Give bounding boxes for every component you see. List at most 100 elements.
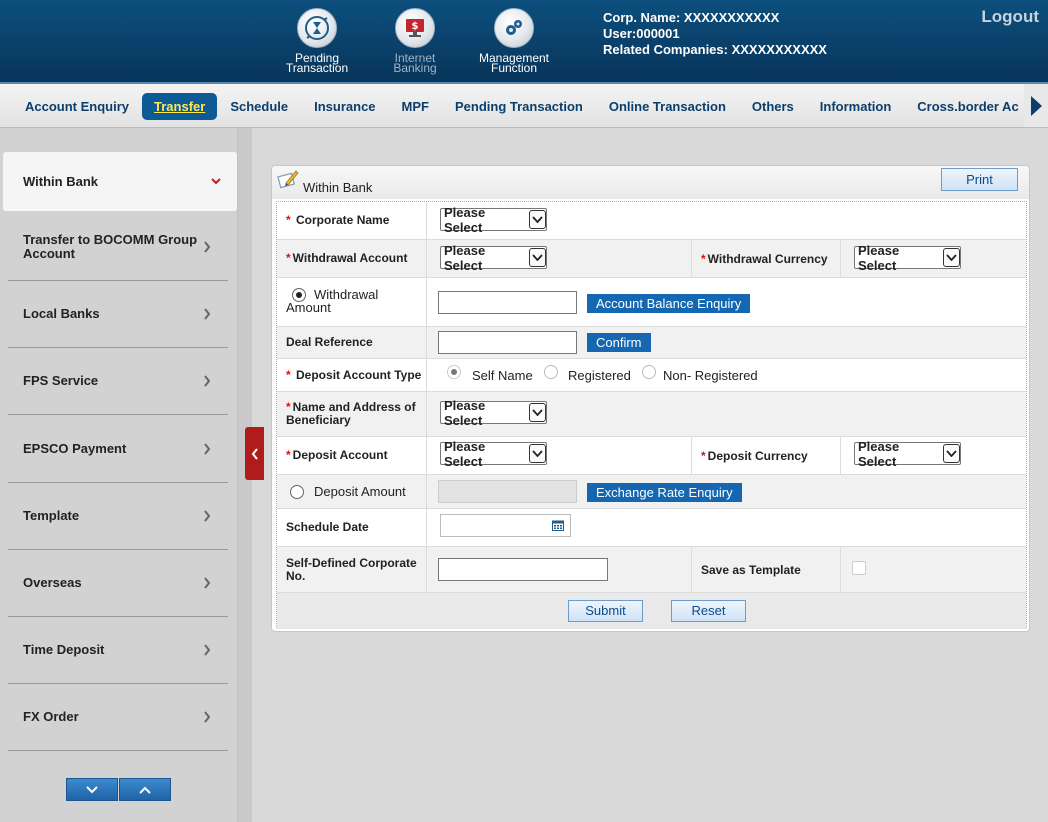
self-name-radio[interactable] [447,365,461,379]
print-button[interactable]: Print [941,168,1018,191]
self-name-label: Self Name [472,368,533,383]
deposit-amount-label: Deposit Amount [314,484,406,499]
withdrawal-amount-radio[interactable] [292,288,306,302]
nav-pending-transaction[interactable]: Pending Transaction [442,99,596,114]
sidebar-item-epsco-payment[interactable]: EPSCO Payment [8,416,228,483]
top-header: Pending Transaction $ Internet Banking M… [0,0,1048,82]
deposit-amount-label-cell: Deposit Amount [277,475,427,508]
withdrawal-amount-input[interactable] [438,291,577,314]
sidebar-item-label: Local Banks [23,306,100,321]
withdrawal-account-label: * Withdrawal Account [277,240,427,277]
chevron-right-icon [204,510,211,522]
chevron-down-icon [529,210,546,229]
deal-reference-input[interactable] [438,331,577,354]
chevron-down-icon [211,177,221,184]
reset-button[interactable]: Reset [671,600,746,622]
chevron-down-icon [529,403,546,422]
nav-transfer[interactable]: Transfer [142,92,218,120]
row-deposit-amount: Deposit Amount Exchange Rate Enquiry [277,475,1026,509]
nav-cross-border[interactable]: Cross.border Ac [904,99,1024,114]
sidebar-item-bocomm-group[interactable]: Transfer to BOCOMM Group Account [8,214,228,281]
panel-header: Within Bank Print [272,166,1029,199]
row-deposit-account-type: * Deposit Account Type Self Name Registe… [277,359,1026,392]
nav-others[interactable]: Others [739,99,807,114]
gears-icon [494,8,534,48]
nav-scroll-right-icon[interactable] [1024,84,1048,127]
sidebar-item-within-bank[interactable]: Within Bank [3,152,237,211]
sidebar-item-fps-service[interactable]: FPS Service [8,348,228,415]
chevron-right-icon [204,241,211,253]
chevron-down-icon [529,248,546,267]
row-deal-reference: Deal Reference Confirm [277,327,1026,359]
nav-account-enquiry[interactable]: Account Enquiry [12,99,142,114]
nav-insurance[interactable]: Insurance [301,99,388,114]
user-id: User:000001 [603,26,680,41]
chevron-up-icon [139,786,151,794]
exchange-rate-enquiry-button[interactable]: Exchange Rate Enquiry [587,483,742,502]
row-withdrawal-amount: Withdrawal Amount Account Balance Enquir… [277,278,1026,327]
svg-text:$: $ [412,21,419,32]
main-nav: Account Enquiry Transfer Schedule Insura… [0,82,1048,128]
sidebar-item-overseas[interactable]: Overseas [8,550,228,617]
sidebar-item-label: Overseas [23,575,82,590]
pending-label-2: Transaction [285,61,349,75]
self-defined-input[interactable] [438,558,608,581]
sidebar-item-template[interactable]: Template [8,483,228,550]
withdrawal-currency-label: * Withdrawal Currency [691,240,841,277]
nav-mpf[interactable]: MPF [389,99,442,114]
logout-link[interactable]: Logout [981,7,1039,27]
sidebar-item-label: Template [23,508,80,523]
withdrawal-amount-label-cell: Withdrawal Amount [277,278,427,326]
account-balance-enquiry-button[interactable]: Account Balance Enquiry [587,294,751,313]
sidebar-item-label: Within Bank [23,173,98,189]
scroll-up-button[interactable] [119,778,171,801]
chevron-right-icon [204,375,211,387]
save-template-checkbox[interactable] [852,561,866,575]
sidebar-item-label: EPSCO Payment [23,441,127,456]
registered-radio[interactable] [544,365,558,379]
sidebar-item-time-deposit[interactable]: Time Deposit [8,617,228,684]
chevron-left-icon [251,447,258,460]
corp-name: Corp. Name: XXXXXXXXXXX [603,10,780,25]
deposit-amount-input[interactable] [438,480,577,503]
withdrawal-currency-select[interactable]: Please Select [854,243,961,273]
internet-banking-shortcut[interactable]: $ Internet Banking [370,8,460,74]
row-schedule-date: Schedule Date [277,509,1026,547]
scroll-down-button[interactable] [66,778,118,801]
beneficiary-select[interactable]: Please Select [440,398,547,428]
chevron-down-icon [86,785,98,793]
sidebar-item-label: FPS Service [23,373,99,388]
pending-transaction-shortcut[interactable]: Pending Transaction [272,8,362,75]
row-deposit-account: * Deposit Account Please Select * Deposit … [277,437,1026,475]
pen-edit-icon [277,170,299,189]
schedule-date-input[interactable] [440,514,571,537]
deposit-amount-radio[interactable] [290,484,304,499]
within-bank-panel: Within Bank Print * Corporate Name Pleas… [271,165,1030,632]
management-function-shortcut[interactable]: Management Function [469,8,559,74]
deal-reference-label: Deal Reference [277,327,427,358]
non-registered-radio[interactable] [642,365,656,379]
sidebar-collapse-button[interactable] [245,427,264,480]
chevron-right-icon [204,443,211,455]
corporate-name-label: * Corporate Name [277,202,427,239]
row-withdrawal-account: * Withdrawal Account Please Select * Withd… [277,240,1026,278]
row-actions: Submit Reset [277,593,1026,629]
schedule-date-label: Schedule Date [277,509,427,546]
corporate-name-select[interactable]: Please Select [440,205,547,235]
deposit-currency-select[interactable]: Please Select [854,439,961,469]
nav-schedule[interactable]: Schedule [217,99,301,114]
sidebar-item-fx-order[interactable]: FX Order [8,684,228,751]
confirm-button[interactable]: Confirm [587,333,651,352]
submit-button[interactable]: Submit [568,600,643,622]
deposit-account-type-label: * Deposit Account Type [277,359,427,391]
withdrawal-account-select[interactable]: Please Select [440,243,547,273]
sidebar-item-local-banks[interactable]: Local Banks [8,281,228,348]
deposit-account-select[interactable]: Please Select [440,439,547,469]
self-defined-label: Self-Defined Corporate No. [277,547,427,592]
nav-information[interactable]: Information [807,99,905,114]
sidebar-item-label: FX Order [23,709,79,724]
chevron-right-icon [204,577,211,589]
nav-online-transaction[interactable]: Online Transaction [596,99,739,114]
chevron-right-icon [204,308,211,320]
registered-label: Registered [568,368,631,383]
